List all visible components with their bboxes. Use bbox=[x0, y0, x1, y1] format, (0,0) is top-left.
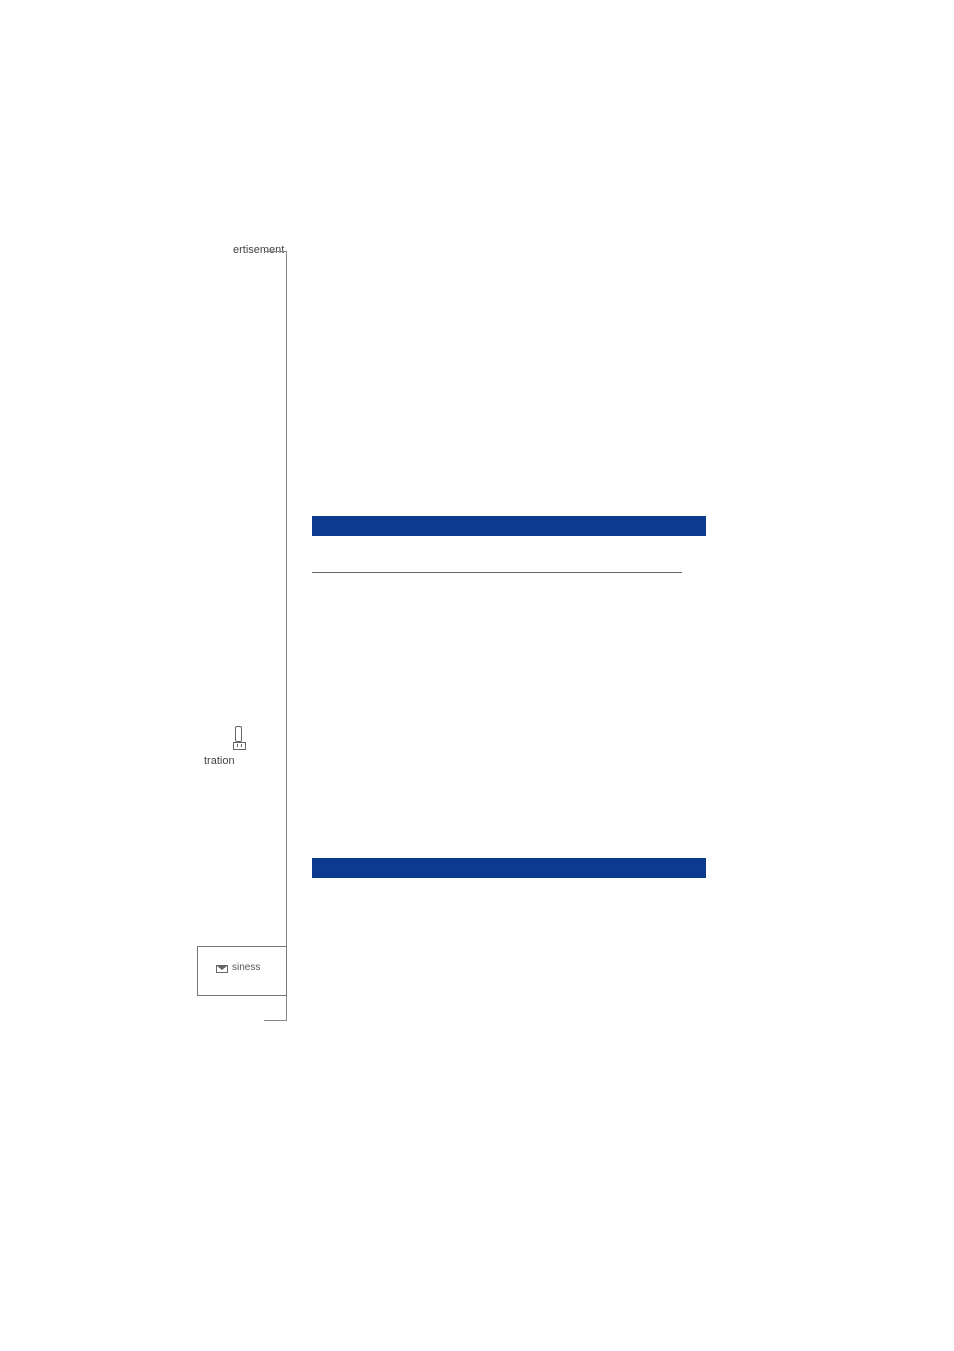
blue-bar-bottom bbox=[312, 858, 706, 878]
envelope-icon bbox=[216, 965, 228, 973]
underline bbox=[312, 572, 682, 573]
business-box: siness bbox=[197, 946, 287, 996]
business-label: siness bbox=[232, 962, 260, 973]
purchase-icon bbox=[233, 726, 247, 750]
page: ertisement tration siness bbox=[0, 0, 954, 1351]
registration-label: tration bbox=[204, 755, 235, 767]
bracket-graphic bbox=[264, 251, 287, 1021]
blue-bar-top bbox=[312, 516, 706, 536]
